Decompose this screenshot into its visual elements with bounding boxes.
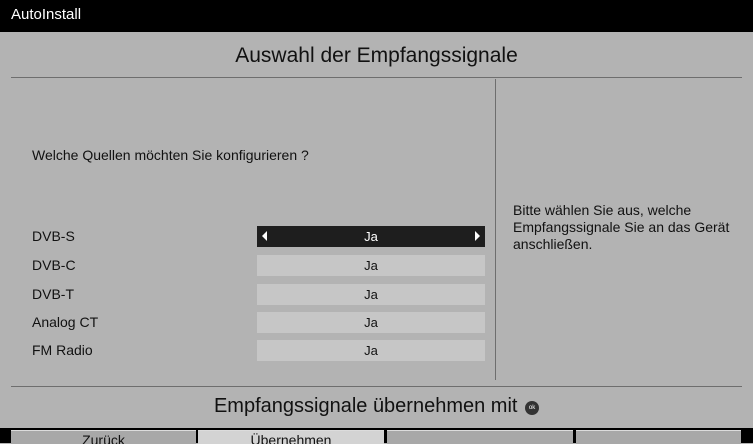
row-label-fm-radio: FM Radio — [32, 342, 93, 358]
help-text: Bitte wählen Sie aus, welche Empfangssig… — [513, 202, 730, 252]
option-value: Ja — [364, 229, 378, 244]
option-value: Ja — [364, 258, 378, 273]
footer-message-text: Empfangssignale übernehmen mit — [213, 395, 518, 417]
option-analog-ct[interactable]: Ja — [257, 312, 485, 333]
apply-button[interactable]: Übernehmen — [198, 430, 384, 444]
arrow-left-icon[interactable] — [262, 231, 267, 241]
footer-message: Empfangssignale übernehmen mit ok — [0, 388, 753, 422]
back-button[interactable]: Zurück — [11, 430, 196, 444]
divider-top — [11, 77, 742, 78]
divider-vertical — [495, 79, 496, 380]
row-label-dvb-t: DVB-T — [32, 286, 74, 302]
window-title: AutoInstall — [11, 6, 82, 23]
page-heading: Auswahl der Empfangssignale — [235, 44, 518, 67]
row-label-dvb-s: DVB-S — [32, 228, 75, 244]
ok-icon: ok — [525, 401, 540, 415]
function-button-3[interactable] — [387, 430, 573, 444]
option-dvb-c[interactable]: Ja — [257, 255, 485, 276]
arrow-right-icon[interactable] — [475, 231, 480, 241]
row-label-analog-ct: Analog CT — [32, 314, 99, 330]
function-button-4[interactable] — [576, 430, 741, 444]
option-dvb-t[interactable]: Ja — [257, 284, 485, 305]
question-text: Welche Quellen möchten Sie konfigurieren… — [32, 147, 309, 163]
option-value: Ja — [364, 343, 378, 358]
option-dvb-s[interactable]: Ja — [257, 226, 485, 247]
option-value: Ja — [364, 287, 378, 302]
option-value: Ja — [364, 315, 378, 330]
divider-bottom — [11, 386, 742, 387]
option-fm-radio[interactable]: Ja — [257, 340, 485, 361]
row-label-dvb-c: DVB-C — [32, 257, 76, 273]
title-bar: AutoInstall — [0, 0, 753, 32]
